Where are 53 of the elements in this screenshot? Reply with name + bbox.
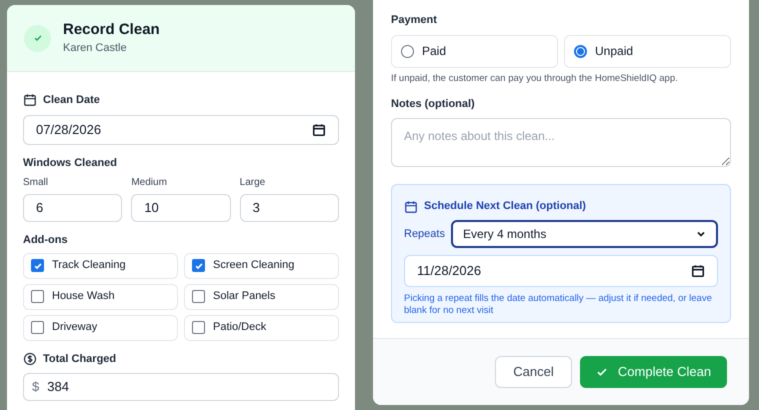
panel-title: Schedule Next Clean (optional) <box>424 199 586 214</box>
field-label: Medium <box>131 176 168 190</box>
checkbox[interactable] <box>192 259 205 272</box>
helper-text: If unpaid, the customer can pay you through the HomeShieldIQ app. <box>391 72 679 86</box>
check-icon <box>24 24 51 52</box>
payment-option[interactable]: Paid <box>391 34 558 68</box>
date-value: 07/28/2026 <box>36 120 102 139</box>
calendar-icon <box>23 93 37 108</box>
check-icon <box>596 366 608 378</box>
addon-option[interactable]: Solar Panels <box>184 284 339 310</box>
dialog-title: Record Clean <box>63 20 160 40</box>
dollar-icon <box>23 352 37 366</box>
checkbox[interactable] <box>31 290 44 303</box>
addon-option[interactable]: House Wash <box>23 284 178 310</box>
addon-option[interactable]: Track Cleaning <box>23 252 178 278</box>
date-field[interactable]: 11/28/2026 <box>404 254 718 287</box>
checkbox[interactable] <box>31 259 44 272</box>
customer-name: Karen Castle <box>63 41 128 56</box>
calendar-icon <box>404 200 418 214</box>
field-label: Repeats <box>404 226 445 242</box>
section-label: Payment <box>391 13 438 28</box>
addon-option[interactable]: Patio/Deck <box>184 314 339 340</box>
notes-field[interactable]: Any notes about this clean... <box>391 118 731 168</box>
radio-button[interactable] <box>574 44 587 58</box>
repeat-select[interactable]: Every 4 months <box>450 220 718 248</box>
payment-option[interactable]: Unpaid <box>564 34 731 68</box>
field-label: Clean Date <box>43 93 100 108</box>
section-label: Add-ons <box>23 233 69 248</box>
calendar-icon[interactable] <box>691 264 705 278</box>
number-field[interactable]: 10 <box>131 194 231 222</box>
date-value: 11/28/2026 <box>417 262 482 280</box>
cancel-button[interactable]: Cancel <box>495 356 572 388</box>
check-icon <box>194 260 204 270</box>
check-icon <box>32 260 42 270</box>
checkbox[interactable] <box>192 321 205 334</box>
checkbox[interactable] <box>192 290 205 303</box>
addon-option[interactable]: Screen Cleaning <box>184 252 339 278</box>
field-label: Large <box>240 176 266 190</box>
number-field[interactable]: 6 <box>23 194 122 222</box>
currency-symbol: $ <box>32 378 40 396</box>
field-label: Total Charged <box>43 352 116 366</box>
calendar-icon[interactable] <box>312 122 326 136</box>
amount-field[interactable]: $ 384 <box>23 373 339 401</box>
section-label: Windows Cleaned <box>23 156 118 170</box>
date-field[interactable]: 07/28/2026 <box>23 114 339 144</box>
radio-button[interactable] <box>401 44 414 58</box>
helper-text: Picking a repeat fills the date automatically — adjust it if needed, or leave blank for no next visit <box>404 292 713 317</box>
section-label: Notes (optional) <box>391 96 476 112</box>
field-label: Small <box>23 176 50 190</box>
checkbox[interactable] <box>31 321 44 334</box>
addon-option[interactable]: Driveway <box>23 314 178 340</box>
amount-value: 384 <box>47 378 69 396</box>
number-field[interactable]: 3 <box>240 194 339 222</box>
